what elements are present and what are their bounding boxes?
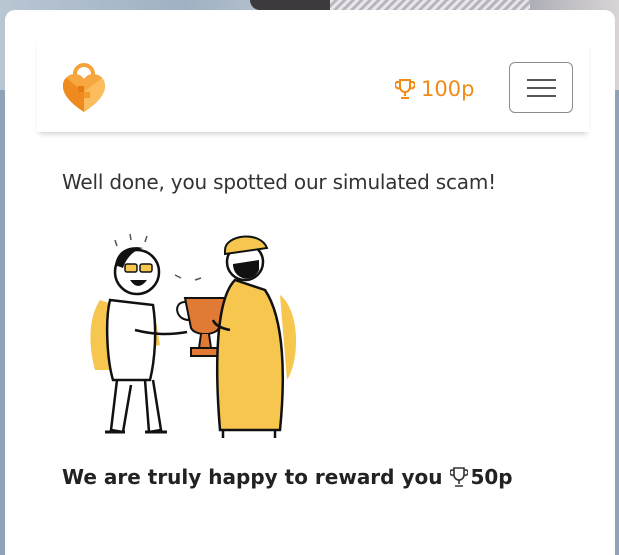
- hamburger-line: [527, 87, 556, 89]
- trophy-icon: [449, 466, 470, 488]
- reward-line: We are truly happy to reward you 50p: [62, 465, 513, 489]
- points-value: 100p: [421, 77, 475, 101]
- modal-card: 100p Well done, you spotted our simulate…: [5, 10, 615, 555]
- success-message: Well done, you spotted our simulated sca…: [62, 170, 496, 194]
- hamburger-menu-icon: [527, 79, 556, 81]
- two-people-trophy-illustration: [75, 220, 315, 450]
- reward-text: We are truly happy to reward you: [62, 465, 443, 489]
- reward-points: 50p: [470, 465, 513, 489]
- header-bar: 100p: [37, 40, 589, 132]
- menu-button[interactable]: [509, 62, 573, 113]
- points-counter[interactable]: 100p: [394, 76, 475, 102]
- hamburger-line: [527, 95, 556, 97]
- heart-lock-logo-icon[interactable]: [61, 62, 107, 114]
- trophy-icon: [394, 78, 416, 100]
- background-shape: [250, 0, 340, 10]
